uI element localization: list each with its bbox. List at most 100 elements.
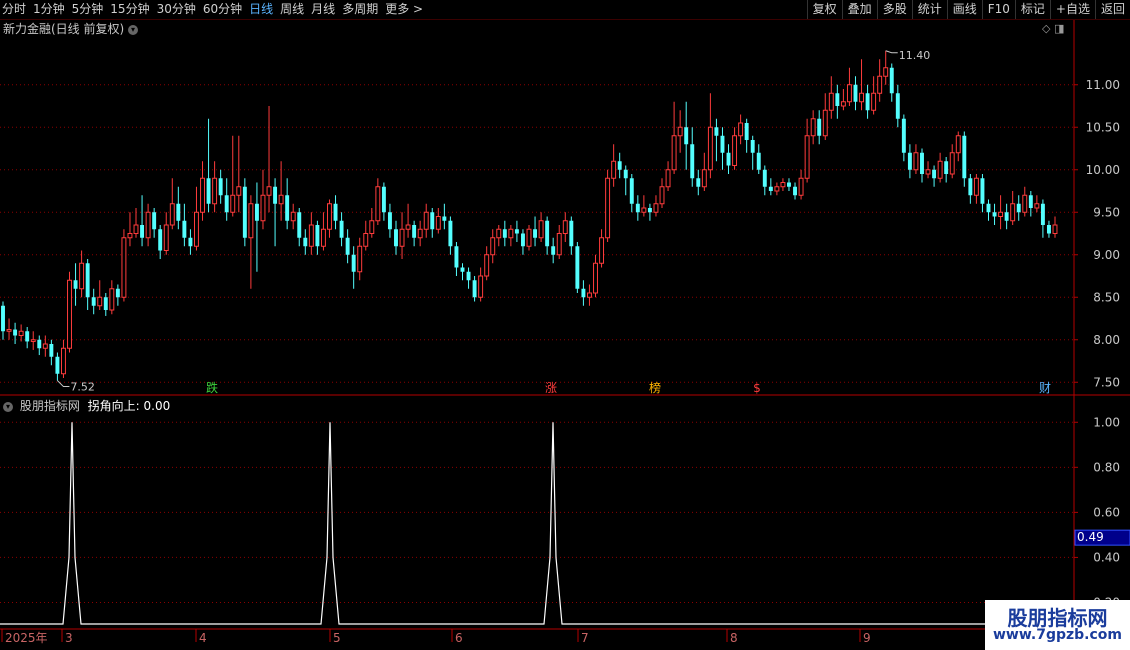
candle-body [278,194,284,205]
candle-body [285,195,290,221]
candle-body [327,203,332,230]
candle-body [659,186,665,205]
time-axis-label: 2025年 [5,631,48,645]
period-tab-8[interactable]: 月线 [311,1,335,18]
toolbar-button-2[interactable]: 多股 [876,0,912,19]
candle-body [152,212,157,230]
time-axis-label: 6 [455,631,463,645]
period-tab-6[interactable]: 日线 [249,1,273,18]
candle-body [206,178,211,204]
candle-body [949,152,955,175]
candle-body [569,220,574,247]
event-marker-1: 涨 [545,380,557,395]
period-tab-9[interactable]: 多周期 [342,1,378,18]
candle-body [1022,194,1028,213]
candle-body [586,292,592,298]
low-marker [57,380,70,388]
event-marker-4: 财 [1039,381,1051,395]
candle-body [605,177,611,239]
period-tab-5[interactable]: 60分钟 [203,1,242,18]
candle-body [351,254,356,272]
candle-body [182,220,187,238]
candle-body [127,233,133,239]
candle-body [520,233,525,247]
toolbar-button-3[interactable]: 统计 [911,0,947,19]
watermark: 股朋指标网 www.7gpzb.com [985,600,1130,650]
candle-body [67,279,72,349]
candle-body [121,237,127,298]
candle-body [133,224,139,234]
candle-body [1034,203,1040,209]
candle-body [798,177,804,196]
candle-body [97,296,103,307]
period-tab-2[interactable]: 5分钟 [72,1,104,18]
candle-body [254,203,259,221]
candle-body [478,275,484,298]
period-tab-10[interactable]: 更多 > [385,1,423,18]
candle-body [986,203,991,213]
candle-body [925,169,931,175]
candle-body [224,195,229,213]
candle-body [575,246,580,289]
candle-body [79,262,85,290]
chart-area[interactable]: 7.50 8.00 8.50 9.00 9.50 10.00 10.50 11.00 11.40… [0,20,1130,650]
candle-body [973,177,979,196]
candle-body [333,203,338,221]
candle-body [188,237,193,247]
period-toolbar: 分时 1分钟 5分钟 15分钟 30分钟 60分钟 日线 周线 月线 多周期 更多 > 复权 叠加 多股… [0,0,1130,20]
period-tab-1[interactable]: 1分钟 [33,1,65,18]
toolbar-button-7[interactable]: +自选 [1049,0,1095,19]
candle-body [901,118,906,153]
candle-body [677,126,683,137]
candle-body [303,237,308,247]
candle-body [992,212,997,217]
toolbar-button-6[interactable]: 标记 [1014,0,1050,19]
candle-body [817,118,822,136]
candle-body [1,305,5,332]
toolbar-button-5[interactable]: F10 [981,0,1015,19]
candle-body [647,208,652,213]
candle-body [435,216,441,230]
candle-body [508,228,514,239]
toolbar-button-4[interactable]: 画线 [946,0,982,19]
candle-body [496,228,502,239]
period-tab-0[interactable]: 分时 [2,1,26,18]
candle-body [744,123,749,140]
period-tab-4[interactable]: 30分钟 [157,1,196,18]
toolbar-button-8[interactable]: 返回 [1094,0,1130,19]
candle-body [962,135,967,179]
price-tick-label: 9.00 [1093,248,1120,262]
candle-body [430,212,435,230]
toolbar-button-0[interactable]: 复权 [806,0,842,19]
candle-body [701,169,707,188]
candle-body [726,152,731,166]
period-tab-3[interactable]: 15分钟 [110,1,149,18]
candle-body [895,93,900,119]
candle-body [944,161,949,174]
candle-body [556,233,562,256]
candle-body [937,160,943,179]
period-tabs: 分时 1分钟 5分钟 15分钟 30分钟 60分钟 日线 周线 月线 多周期 更多 > [2,1,430,18]
toolbar-button-1[interactable]: 叠加 [841,0,877,19]
candle-body [448,220,453,247]
price-tick-label: 8.00 [1093,333,1120,347]
candle-body [1016,203,1021,213]
candle-body [714,127,719,136]
watermark-url: www.7gpzb.com [992,627,1122,643]
period-tab-7[interactable]: 周线 [280,1,304,18]
indicator-tick-label: 0.60 [1093,505,1120,519]
candle-body [290,211,296,222]
candle-body [30,339,36,342]
candle-body [955,135,961,154]
high-label: 11.40 [899,49,931,62]
current-value-label: 0.49 [1077,530,1104,544]
candle-body [768,186,773,191]
candle-body [357,245,363,273]
candle-body [1040,203,1045,225]
price-tick-label: 10.00 [1086,163,1120,177]
candle-body [49,344,54,357]
candle-body [218,178,223,196]
candle-body [853,84,858,102]
candle-body [846,84,852,103]
candle-body [260,194,266,222]
